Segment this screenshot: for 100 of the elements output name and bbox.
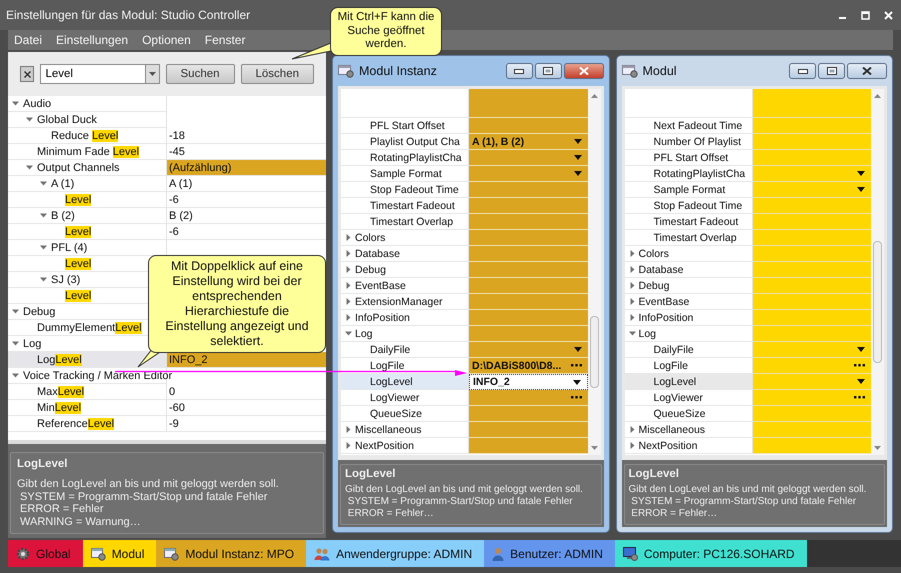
value-cell[interactable] bbox=[469, 390, 588, 406]
collapse-arrow-icon[interactable] bbox=[12, 100, 19, 107]
expand-arrow-icon[interactable] bbox=[628, 282, 636, 289]
value-cell[interactable] bbox=[752, 89, 871, 118]
name-cell[interactable] bbox=[624, 89, 752, 118]
name-cell[interactable]: Database bbox=[341, 246, 469, 262]
name-cell[interactable]: InfoPosition bbox=[624, 310, 752, 326]
value-cell[interactable] bbox=[469, 262, 588, 278]
expand-arrow-icon[interactable] bbox=[628, 314, 636, 321]
expand-arrow-icon[interactable] bbox=[628, 442, 636, 449]
dropdown-arrow-icon[interactable] bbox=[574, 171, 582, 176]
value-cell[interactable] bbox=[469, 406, 588, 422]
status-item[interactable]: Benutzer: ADMIN bbox=[484, 540, 615, 567]
status-item[interactable]: Modul Instanz: MPO bbox=[156, 540, 306, 567]
value-cell[interactable] bbox=[752, 182, 871, 198]
menu-item[interactable]: Einstellungen bbox=[56, 33, 128, 47]
value-cell[interactable] bbox=[752, 326, 871, 342]
collapse-arrow-icon[interactable] bbox=[12, 372, 19, 379]
name-cell[interactable]: Number Of Playlist bbox=[624, 134, 752, 150]
collapse-arrow-icon[interactable] bbox=[12, 340, 19, 347]
value-cell[interactable] bbox=[469, 342, 588, 358]
value-cell[interactable]: -6 bbox=[167, 192, 326, 208]
scroll-up-icon[interactable] bbox=[590, 93, 598, 98]
value-cell[interactable]: A (1) bbox=[167, 176, 326, 192]
name-cell[interactable]: NextPosition bbox=[341, 438, 469, 454]
name-cell[interactable]: DailyFile bbox=[624, 342, 752, 358]
dropdown-arrow-icon[interactable] bbox=[857, 171, 865, 176]
value-cell[interactable] bbox=[469, 326, 588, 342]
search-bar-button[interactable]: Löschen bbox=[240, 64, 314, 84]
scroll-down-icon[interactable] bbox=[590, 446, 598, 451]
expand-arrow-icon[interactable] bbox=[345, 298, 352, 305]
expand-arrow-icon[interactable] bbox=[345, 250, 352, 257]
value-cell[interactable] bbox=[752, 390, 871, 406]
close-button[interactable] bbox=[847, 63, 887, 79]
value-cell[interactable] bbox=[752, 150, 871, 166]
name-cell[interactable]: LogLevel bbox=[8, 352, 167, 368]
menu-item[interactable]: Fenster bbox=[204, 33, 246, 47]
status-item[interactable]: Computer: PC126.SOHARD bbox=[614, 540, 807, 567]
name-cell[interactable]: Global Duck bbox=[8, 112, 167, 128]
name-cell[interactable]: Log bbox=[624, 326, 752, 342]
dropdown-arrow-icon[interactable] bbox=[857, 347, 865, 352]
dropdown-button[interactable] bbox=[144, 64, 160, 84]
value-cell[interactable] bbox=[469, 182, 588, 198]
maximize-icon[interactable] bbox=[861, 10, 870, 20]
name-cell[interactable]: Log bbox=[341, 326, 469, 342]
name-cell[interactable]: LogLevel bbox=[624, 374, 752, 390]
dropdown-arrow-icon[interactable] bbox=[857, 187, 865, 192]
name-cell[interactable]: InfoPosition bbox=[341, 310, 469, 326]
name-cell[interactable]: Miscellaneous bbox=[624, 422, 752, 438]
name-cell[interactable]: LogLevel bbox=[341, 374, 469, 390]
value-cell[interactable] bbox=[752, 118, 871, 134]
value-cell[interactable] bbox=[469, 310, 588, 326]
value-cell[interactable] bbox=[752, 358, 871, 374]
name-cell[interactable]: Debug bbox=[624, 278, 752, 294]
name-cell[interactable]: Output Channels bbox=[8, 160, 167, 176]
value-cell[interactable] bbox=[469, 166, 588, 182]
collapse-arrow-icon[interactable] bbox=[40, 212, 47, 219]
value-cell[interactable] bbox=[469, 89, 588, 118]
ellipsis-icon[interactable] bbox=[570, 396, 582, 399]
value-cell[interactable] bbox=[752, 230, 871, 246]
value-cell[interactable]: -6 bbox=[167, 224, 326, 240]
name-cell[interactable]: EventBase bbox=[341, 278, 469, 294]
value-cell[interactable]: (Aufzählung) bbox=[167, 160, 326, 176]
maximize-button[interactable] bbox=[818, 63, 845, 79]
value-cell[interactable] bbox=[752, 166, 871, 182]
value-cell[interactable] bbox=[752, 374, 871, 390]
dropdown-arrow-icon[interactable] bbox=[574, 139, 582, 144]
value-cell[interactable]: INFO_2 bbox=[167, 352, 326, 368]
scroll-thumb[interactable] bbox=[590, 316, 598, 388]
value-cell[interactable] bbox=[752, 310, 871, 326]
name-cell[interactable]: B (2) bbox=[8, 208, 167, 224]
value-cell[interactable] bbox=[752, 214, 871, 230]
value-cell[interactable] bbox=[469, 118, 588, 134]
scrollbar[interactable] bbox=[871, 89, 884, 455]
name-cell[interactable]: Miscellaneous bbox=[341, 422, 469, 438]
close-button[interactable] bbox=[564, 63, 604, 79]
name-cell[interactable]: Next Fadeout Time bbox=[624, 118, 752, 134]
minimize-button[interactable] bbox=[789, 63, 816, 79]
name-cell[interactable]: Reduce Level bbox=[8, 128, 167, 144]
expand-arrow-icon[interactable] bbox=[345, 426, 352, 433]
name-cell[interactable]: Debug bbox=[341, 262, 469, 278]
name-cell[interactable]: Level bbox=[8, 192, 167, 208]
value-cell[interactable] bbox=[469, 246, 588, 262]
value-cell[interactable]: D:\DABiS800\D8... bbox=[469, 358, 588, 374]
ellipsis-icon[interactable] bbox=[570, 364, 582, 367]
expand-arrow-icon[interactable] bbox=[628, 250, 636, 257]
value-cell[interactable] bbox=[752, 246, 871, 262]
value-cell[interactable] bbox=[469, 150, 588, 166]
maximize-button[interactable] bbox=[534, 63, 562, 79]
ellipsis-icon[interactable] bbox=[854, 396, 865, 399]
value-cell[interactable]: -18 bbox=[167, 128, 326, 144]
name-cell[interactable]: A (1) bbox=[8, 176, 167, 192]
expand-arrow-icon[interactable] bbox=[345, 442, 352, 449]
collapse-arrow-icon[interactable] bbox=[12, 308, 19, 315]
value-cell[interactable] bbox=[752, 438, 871, 454]
name-cell[interactable]: Sample Format bbox=[624, 182, 752, 198]
name-cell[interactable]: Timestart Fadeout bbox=[624, 214, 752, 230]
scrollbar[interactable] bbox=[588, 89, 600, 455]
value-cell[interactable]: INFO_2 bbox=[469, 374, 588, 390]
value-cell[interactable] bbox=[752, 134, 871, 150]
